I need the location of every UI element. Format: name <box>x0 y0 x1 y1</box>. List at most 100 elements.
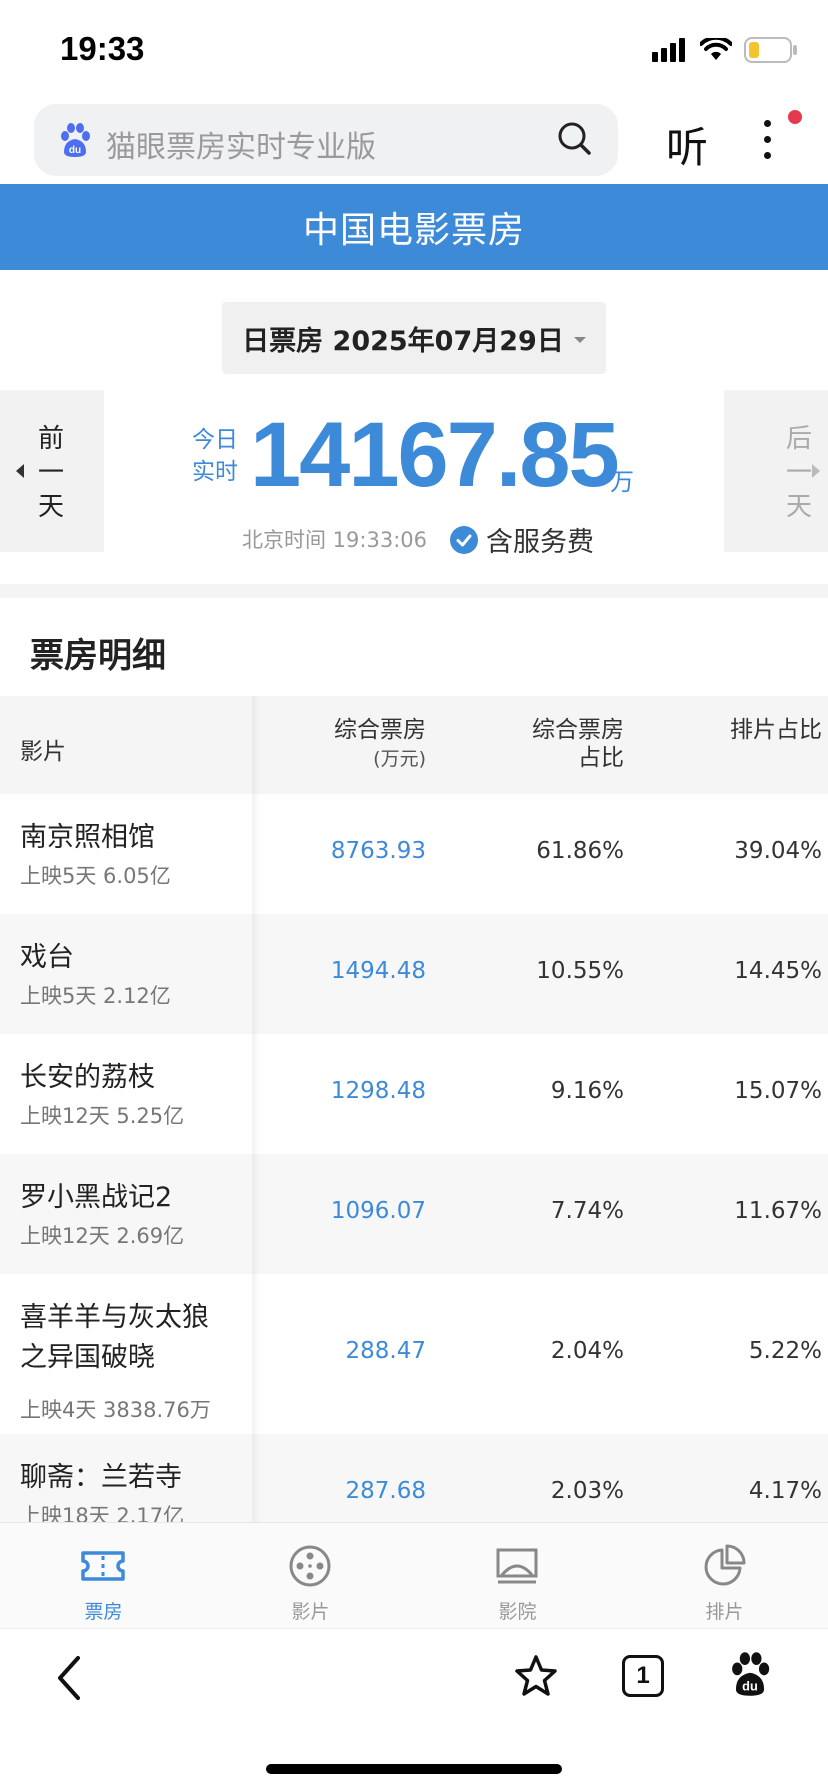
realtime-label: 今日实时 <box>192 427 238 485</box>
search-bar[interactable]: du 猫眼票房实时专业版 <box>34 104 618 176</box>
schedule-share: 4.17% <box>748 1478 822 1504</box>
tab-box-office[interactable]: 票房 <box>0 1523 207 1629</box>
column-header-film: 影片 <box>20 739 66 765</box>
svg-text:du: du <box>742 1679 758 1694</box>
next-day-label: 后一天 <box>785 424 812 522</box>
box-office-share: 2.04% <box>550 1338 624 1364</box>
box-office-share: 7.74% <box>550 1198 624 1224</box>
film-name: 罗小黑战记2 <box>20 1182 173 1213</box>
home-indicator[interactable] <box>266 1764 562 1774</box>
section-divider <box>0 584 828 598</box>
box-office-share: 9.16% <box>550 1078 624 1104</box>
box-office-share: 2.03% <box>550 1478 624 1504</box>
more-menu-button[interactable] <box>752 118 780 162</box>
more-dot <box>764 152 771 159</box>
baidu-paw-icon[interactable]: du <box>728 1651 772 1697</box>
tab-count: 1 <box>636 1662 650 1689</box>
table-header: 影片 综合票房 (万元) 综合票房 占比 排片占比 <box>0 696 828 794</box>
page-header: 中国电影票房 <box>0 184 828 270</box>
arrow-right-icon <box>812 464 820 478</box>
tab-films[interactable]: 影片 <box>207 1523 414 1629</box>
schedule-share: 14.45% <box>734 958 822 984</box>
box-office-table[interactable]: 影片 综合票房 (万元) 综合票房 占比 排片占比 南京照相馆上映5天 6.05… <box>0 696 828 1522</box>
film-release-info: 上映4天 3838.76万 <box>20 1398 211 1422</box>
table-row[interactable]: 南京照相馆上映5天 6.05亿 8763.93 61.86% 39.04% <box>0 794 828 914</box>
film-release-info: 上映18天 2.17亿 <box>20 1504 185 1522</box>
box-office-share: 10.55% <box>536 958 624 984</box>
star-icon[interactable] <box>512 1653 560 1701</box>
film-name: 喜羊羊与灰太狼之异国破晓 <box>20 1302 209 1373</box>
table-row[interactable]: 戏台上映5天 2.12亿 1494.48 10.55% 14.45% <box>0 914 828 1034</box>
listen-button[interactable]: 听 <box>666 114 708 175</box>
tab-schedule[interactable]: 排片 <box>621 1523 828 1629</box>
baidu-paw-icon: du <box>61 123 90 157</box>
box-office-value: 1298.48 <box>330 1078 426 1104</box>
date-selector-label: 日票房 2025年07月29日 <box>242 325 564 357</box>
prev-day-button[interactable]: 前一天 <box>0 390 104 552</box>
status-bar: 19:33 <box>0 0 828 98</box>
film-release-info: 上映12天 2.69亿 <box>20 1224 185 1248</box>
notification-dot <box>788 110 802 124</box>
film-release-info: 上映5天 2.12亿 <box>20 984 171 1008</box>
tab-label: 票房 <box>84 1601 123 1623</box>
section-title: 票房明细 <box>30 636 166 676</box>
page-title: 中国电影票房 <box>302 210 525 251</box>
film-name: 长安的荔枝 <box>20 1062 155 1093</box>
search-icon[interactable] <box>556 120 594 158</box>
film-name: 南京照相馆 <box>20 822 155 853</box>
page: 19:33 du 猫眼票房实时专业版 听 中国电影票房 日票房 2025年07月… <box>0 0 828 1792</box>
arrow-left-icon <box>16 464 24 478</box>
tab-label: 影院 <box>498 1601 537 1623</box>
realtime-unit: 万 <box>610 468 634 496</box>
signal-icon <box>652 38 685 62</box>
table-body: 南京照相馆 上映5天 6.05亿 8763.93 61.86% 39.04% 戏台 上映5天… <box>0 794 828 1522</box>
table-row[interactable]: 喜羊羊与灰太狼之异国破晓上映4天 3838.76万 288.47 2.04% 5.22… <box>0 1274 828 1434</box>
column-header-box-office-unit: (万元) <box>373 748 426 770</box>
sticky-column-shadow <box>252 696 260 1522</box>
schedule-share: 11.67% <box>734 1198 822 1224</box>
column-header-share[interactable]: 综合票房 占比 <box>532 716 624 772</box>
schedule-share: 5.22% <box>748 1338 822 1364</box>
film-name: 聊斋：兰若寺 <box>20 1462 182 1493</box>
table-row[interactable]: 罗小黑战记2 上映12天 2.69亿 1096.07 7.74% 11.67% <box>0 1154 828 1274</box>
film-release-info: 上映5天 6.05亿 <box>20 864 171 888</box>
schedule-share: 15.07% <box>734 1078 822 1104</box>
status-time: 19:33 <box>60 30 145 67</box>
realtime-box-office: 14167.85 <box>250 404 620 506</box>
search-input[interactable]: 猫眼票房实时专业版 <box>106 122 376 166</box>
film-release-info: 上映12天 5.25亿 <box>20 1104 185 1128</box>
service-fee-label: 含服务费 <box>486 527 594 558</box>
schedule-share: 39.04% <box>734 838 822 864</box>
pie-chart-icon <box>704 1544 746 1586</box>
service-fee-toggle[interactable]: 含服务费 <box>450 520 594 559</box>
chevron-down-icon <box>573 337 586 343</box>
column-header-box-office-label: 综合票房 <box>334 717 426 743</box>
column-header-box-office[interactable]: 综合票房 (万元) <box>334 716 426 773</box>
tab-switcher-button[interactable]: 1 <box>622 1655 664 1697</box>
tab-label: 影片 <box>291 1601 330 1623</box>
more-dot <box>764 136 771 143</box>
table-row[interactable]: 长安的荔枝上映12天 5.25亿 1298.48 9.16% 15.07% <box>0 1034 828 1154</box>
box-office-value: 288.47 <box>345 1338 426 1364</box>
cinema-screen-icon <box>496 1548 538 1584</box>
wifi-icon <box>700 38 732 60</box>
film-name: 戏台 <box>20 942 74 973</box>
box-office-value: 1494.48 <box>330 958 426 984</box>
check-icon <box>450 525 478 554</box>
status-icons <box>652 36 798 64</box>
svg-text:du: du <box>69 145 81 156</box>
ticket-icon <box>81 1551 125 1581</box>
table-row[interactable]: 聊斋：兰若寺 上映18天 2.17亿 287.68 2.03% 4.17% <box>0 1434 828 1522</box>
column-header-share-label-2: 占比 <box>578 745 624 771</box>
box-office-value: 8763.93 <box>330 838 426 864</box>
tab-cinemas[interactable]: 影院 <box>414 1523 621 1629</box>
column-header-schedule[interactable]: 排片占比 <box>730 716 822 744</box>
more-dot <box>764 120 771 127</box>
back-arrow-icon[interactable] <box>52 1653 86 1703</box>
box-office-share: 61.86% <box>536 838 624 864</box>
battery-icon <box>744 37 797 63</box>
column-header-share-label: 综合票房 <box>532 717 624 743</box>
next-day-button[interactable]: 后一天 <box>724 390 828 552</box>
date-selector[interactable]: 日票房 2025年07月29日 <box>222 302 606 374</box>
tab-label: 排片 <box>705 1601 744 1623</box>
